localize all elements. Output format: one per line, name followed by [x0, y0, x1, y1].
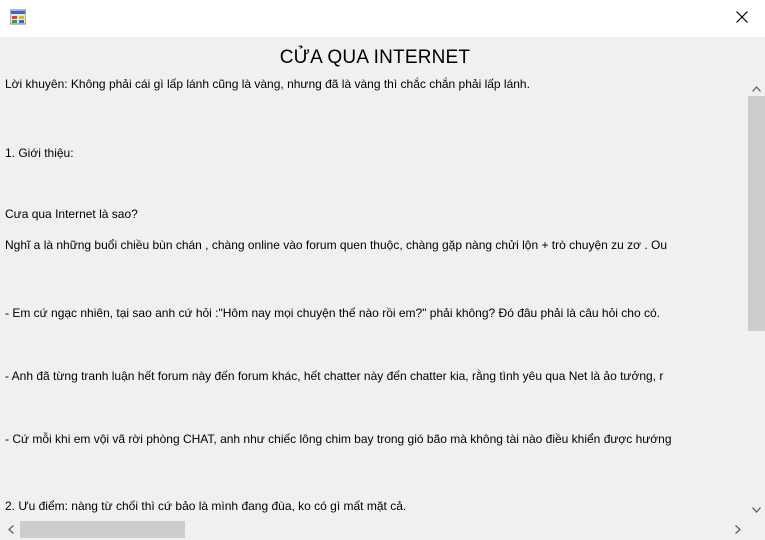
chevron-up-icon	[752, 79, 761, 97]
scrollbar-corner	[748, 521, 765, 538]
scroll-left-button[interactable]	[2, 521, 19, 538]
text-line: Lời khuyên: Không phải cái gì lấp lánh c…	[5, 77, 530, 91]
text-line: - Cứ mỗi khi em vội vã rời phòng CHAT, a…	[5, 432, 672, 446]
scroll-down-button[interactable]	[748, 500, 765, 517]
vertical-scrollbar[interactable]	[748, 74, 765, 522]
horizontal-scroll-thumb[interactable]	[20, 521, 185, 538]
close-button[interactable]	[719, 0, 765, 37]
form-client-area: CỬA QUA INTERNET Lời khuyên: Không phải …	[0, 37, 765, 540]
chevron-down-icon	[752, 500, 761, 518]
close-icon	[736, 10, 748, 28]
text-line: - Anh đã từng tranh luận hết forum này đ…	[5, 369, 664, 383]
app-icon	[9, 9, 27, 25]
scroll-right-button[interactable]	[729, 521, 746, 538]
text-content-area[interactable]: Lời khuyên: Không phải cái gì lấp lánh c…	[0, 73, 748, 521]
horizontal-scrollbar[interactable]	[0, 521, 748, 538]
chevron-left-icon	[7, 521, 14, 539]
text-line: Cưa qua Internet là sao?	[5, 207, 138, 221]
title-bar	[0, 0, 765, 37]
vertical-scroll-thumb[interactable]	[748, 96, 765, 331]
text-line: 2. Ưu điểm: nàng từ chối thì cứ bảo là m…	[5, 499, 407, 513]
document-title: CỬA QUA INTERNET	[279, 47, 471, 68]
text-line: 1. Giới thiệu:	[5, 146, 74, 160]
chevron-right-icon	[734, 521, 741, 539]
text-line: - Em cứ ngạc nhiên, tại sao anh cứ hỏi :…	[5, 306, 660, 320]
text-line: Nghĩ a là những buổi chiều bùn chán , ch…	[5, 238, 668, 252]
scroll-up-button[interactable]	[748, 79, 765, 96]
